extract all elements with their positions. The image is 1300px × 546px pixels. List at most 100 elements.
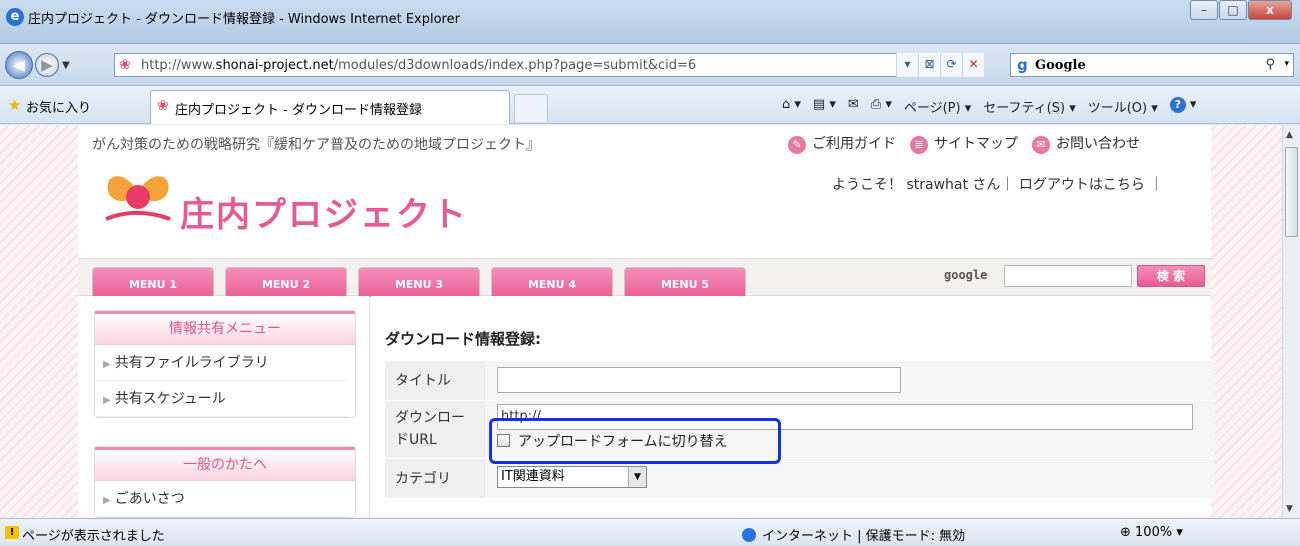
status-text: ページが表示されました [22,529,165,544]
site-favicon-icon: ❀ [119,57,131,73]
chevron-down-icon: ▼ [628,467,646,487]
main-content: ダウンロード情報登録: タイトル ダウンロー ドURL http:// アップロ… [371,296,1215,518]
download-url-label-line1: ダウンロー [395,410,465,426]
recent-pages-dropdown[interactable]: ▼ [62,60,70,71]
address-bar-row: ◀ ▶ ▼ ❀ http://www.shonai-project.net/mo… [0,44,1300,86]
new-tab-button[interactable] [514,94,548,122]
safety-menu[interactable]: セーフティ(S) ▾ [983,97,1076,116]
bullet-icon: ▶ [103,359,111,370]
mail-icon[interactable]: ✉ [848,97,859,116]
menu-tab-2[interactable]: MENU 2 [225,267,347,297]
title-input[interactable] [497,367,901,393]
category-label: カテゴリ [385,459,487,498]
page-title: ダウンロード情報登録: [385,330,541,348]
menu-tab-1[interactable]: MENU 1 [92,267,214,297]
pencil-icon: ✎ [788,136,806,154]
print-icon[interactable]: ⎙ ▾ [871,97,892,116]
favorites-star-icon[interactable]: ★ [8,96,21,114]
compat-view-icon[interactable]: ⊠ [918,53,940,77]
scroll-down-icon[interactable]: ▼ [1286,504,1293,514]
shared-info-menu: 情報共有メニュー ▶ 共有ファイルライブラリ ▶ 共有スケジュール [94,310,356,418]
favorites-button[interactable]: お気に入り [26,97,91,116]
url-text: http://www.shonai-project.net/modules/d3… [141,58,697,73]
site-page: がん対策のための戦略研究『緩和ケア普及のための地域プロジェクト』 ✎ ご利用ガイド… [78,125,1215,518]
sidebar-item-shared-files[interactable]: ▶ 共有ファイルライブラリ [95,345,349,381]
general-menu-title: 一般のかたへ [95,447,355,481]
upload-toggle-checkbox[interactable] [497,434,510,447]
title-label: タイトル [385,361,487,400]
window-title: 庄内プロジェクト - ダウンロード情報登録 - Windows Internet… [28,12,460,27]
security-zone[interactable]: インターネット | 保護モード: 無効 [742,525,965,544]
google-search-label: google [944,268,988,282]
search-engine-label: Google [1035,58,1086,73]
site-logo-icon[interactable] [98,161,178,231]
menu-tab-3[interactable]: MENU 3 [358,267,480,297]
bullet-icon: ▶ [103,395,111,406]
download-url-label: ダウンロー ドURL [385,401,487,458]
menu-tab-5[interactable]: MENU 5 [624,267,746,297]
page-menu[interactable]: ページ(P) ▾ [904,97,971,116]
guide-link[interactable]: ✎ ご利用ガイド [788,133,896,154]
refresh-icon[interactable]: ⟳ [940,53,962,77]
contact-link[interactable]: ✉ お問い合わせ [1032,133,1140,154]
shared-info-menu-title: 情報共有メニュー [95,311,355,345]
tab-active[interactable]: ❀ 庄内プロジェクト - ダウンロード情報登録 [150,90,510,124]
form-row-category: カテゴリ IT関連資料 ▼ [385,458,1215,498]
search-input[interactable]: g Google ⚲ ▾ [1010,53,1294,77]
bullet-icon: ▶ [103,495,111,506]
address-tools: ▾ ⊠ ⟳ ✕ [896,53,984,77]
forward-button[interactable]: ▶ [35,53,59,77]
page-viewport: がん対策のための戦略研究『緩和ケア普及のための地域プロジェクト』 ✎ ご利用ガイド… [0,125,1282,518]
search-icon[interactable]: ⚲ [1265,57,1275,72]
sidebar: 情報共有メニュー ▶ 共有ファイルライブラリ ▶ 共有スケジュール 一般のかたへ ▶… [78,296,370,518]
search-options-icon[interactable]: ▾ [1284,59,1289,69]
site-tagline: がん対策のための戦略研究『緩和ケア普及のための地域プロジェクト』 [92,137,540,153]
download-url-label-line2: ドURL [395,432,437,448]
sidebar-item-greeting[interactable]: ▶ ごあいさつ [95,481,349,517]
globe-icon [742,528,756,542]
header-links: ✎ ご利用ガイド ≣ サイトマップ ✉ お問い合わせ [788,133,1140,154]
menu-tab-4[interactable]: MENU 4 [491,267,613,297]
tab-title: 庄内プロジェクト - ダウンロード情報登録 [175,103,422,118]
site-search-input[interactable] [1004,265,1132,287]
scroll-up-icon[interactable]: ▲ [1286,130,1293,140]
close-button[interactable]: x [1248,0,1292,20]
zoom-level[interactable]: ⊕ 100% ▾ [1120,525,1183,540]
form-row-url: ダウンロー ドURL http:// アップロードフォームに切り替え [385,400,1215,458]
download-url-input[interactable]: http:// [497,404,1193,430]
ie-icon: e [6,8,24,26]
window-titlebar: e 庄内プロジェクト - ダウンロード情報登録 - Windows Intern… [0,0,1300,44]
general-menu: 一般のかたへ ▶ ごあいさつ [94,446,356,518]
minimize-button[interactable]: – [1190,0,1218,20]
list-icon: ≣ [910,136,928,154]
help-icon: ? [1169,97,1186,113]
vertical-scrollbar[interactable]: ▲ ▼ [1282,125,1300,518]
command-bar: ⌂ ▾ ▤ ▾ ✉ ⎙ ▾ ページ(P) ▾ セーフティ(S) ▾ ツール(O)… [782,97,1196,116]
form-row-title: タイトル [385,360,1215,400]
site-search-button[interactable]: 検 索 [1137,265,1205,287]
site-logo-text[interactable]: 庄内プロジェクト [180,187,468,236]
stop-icon[interactable]: ✕ [962,53,984,77]
sidebar-item-shared-schedule[interactable]: ▶ 共有スケジュール [95,381,349,417]
tools-menu[interactable]: ツール(O) ▾ [1088,97,1158,116]
status-bar: ! ページが表示されました インターネット | 保護モード: 無効 ⊕ 100%… [0,518,1300,546]
feeds-icon[interactable]: ▤ ▾ [813,97,836,116]
google-icon: g [1017,56,1028,74]
scroll-thumb[interactable] [1285,147,1298,237]
help-button[interactable]: ? ▾ [1169,97,1196,116]
tab-favicon-icon: ❀ [157,98,169,114]
home-icon[interactable]: ⌂ ▾ [782,97,801,116]
main-menu: MENU 1 MENU 2 MENU 3 MENU 4 MENU 5 googl… [78,258,1211,297]
upload-form-toggle[interactable]: アップロードフォームに切り替え [497,431,728,451]
category-select[interactable]: IT関連資料 ▼ [497,466,647,488]
address-input[interactable]: ❀ http://www.shonai-project.net/modules/… [114,53,914,77]
maximize-button[interactable]: □ [1219,0,1247,20]
sitemap-link[interactable]: ≣ サイトマップ [910,133,1018,154]
favorites-bar: ★ お気に入り ❀ 庄内プロジェクト - ダウンロード情報登録 ⌂ ▾ ▤ ▾ … [0,86,1300,124]
back-button[interactable]: ◀ [5,51,33,79]
window-controls: – □ x [1189,0,1292,22]
welcome-logout[interactable]: ようこそ！ strawhat さん｜ ログアウトはこちら ｜ [832,174,1163,194]
warning-icon: ! [5,526,19,539]
address-dropdown-icon[interactable]: ▾ [896,53,918,77]
mail-icon: ✉ [1032,136,1050,154]
